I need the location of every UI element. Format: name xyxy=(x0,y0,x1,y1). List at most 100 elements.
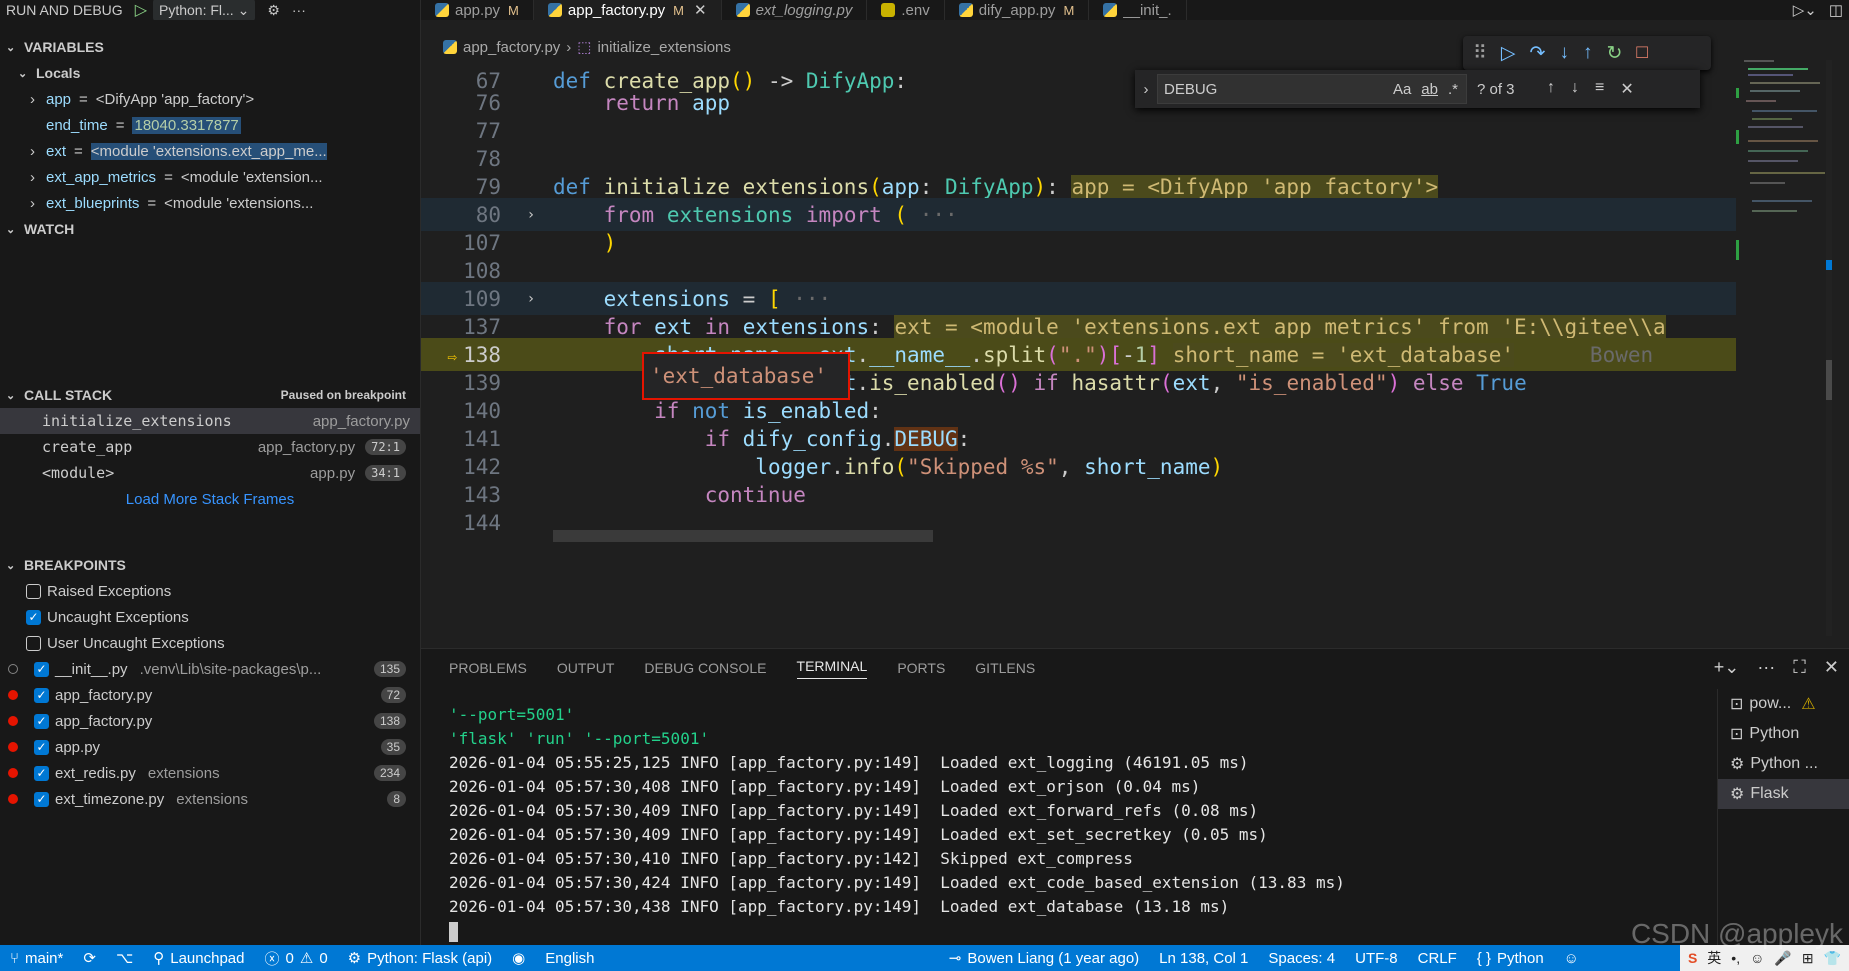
indentation[interactable]: Spaces: 4 xyxy=(1258,950,1345,967)
more-actions-icon[interactable]: ··· xyxy=(1757,657,1775,678)
git-graph-icon[interactable]: ⌥ xyxy=(106,949,143,967)
line-ending[interactable]: CRLF xyxy=(1408,950,1467,967)
match-case-toggle[interactable]: Aa xyxy=(1393,81,1411,98)
breakpoints-header[interactable]: ⌄ BREAKPOINTS xyxy=(0,552,420,578)
close-icon[interactable]: ✕ xyxy=(694,1,707,19)
terminal-instance[interactable]: ⚙ Python ... xyxy=(1718,749,1849,779)
editor-tab[interactable]: __init_. xyxy=(1089,0,1187,20)
restart-icon[interactable]: ↻ xyxy=(1606,42,1622,65)
close-icon[interactable]: ✕ xyxy=(1620,79,1633,99)
run-icon[interactable]: ▷⌄ xyxy=(1793,1,1817,19)
panel-tab[interactable]: GITLENS xyxy=(975,660,1035,676)
breakpoint-item[interactable]: ✓ app_factory.py 72 xyxy=(0,682,420,708)
horizontal-scrollbar[interactable] xyxy=(553,530,933,542)
step-over-icon[interactable]: ↷ xyxy=(1530,42,1546,65)
fold-icon[interactable]: › xyxy=(509,291,553,307)
previous-match-icon[interactable]: ↑ xyxy=(1547,79,1555,99)
editor-tab[interactable]: app.py M xyxy=(421,0,534,20)
sogou-icon[interactable]: S xyxy=(1688,950,1697,966)
maximize-panel-icon[interactable]: ⛶ xyxy=(1793,657,1806,678)
split-editor-icon[interactable]: ◫ xyxy=(1829,1,1843,19)
regex-toggle[interactable]: .* xyxy=(1448,81,1458,98)
step-out-icon[interactable]: ↑ xyxy=(1583,42,1593,64)
breakpoint-checkbox[interactable] xyxy=(26,583,41,599)
ime-language[interactable]: 英 xyxy=(1707,948,1721,968)
code-editor[interactable]: 67 def create_app() -> DifyApp: 76 return… xyxy=(421,64,1736,636)
find-input[interactable]: DEBUG Aa ab .* xyxy=(1157,74,1467,104)
mic-icon[interactable]: 🎤 xyxy=(1774,950,1791,967)
problems-status[interactable]: ⓧ 0 ⚠ 0 xyxy=(255,948,338,969)
continue-icon[interactable]: ▷ xyxy=(1501,42,1516,65)
gear-icon[interactable]: ⚙ xyxy=(267,2,280,19)
grid-icon[interactable]: ⊞ xyxy=(1802,950,1814,967)
breakpoint-checkbox[interactable]: ✓ xyxy=(34,765,49,781)
panel-tab[interactable]: DEBUG CONSOLE xyxy=(644,660,766,676)
launch-config-select[interactable]: Python: Fl... ⌄ xyxy=(153,0,256,20)
minimap[interactable] xyxy=(1736,60,1836,636)
step-into-icon[interactable]: ↓ xyxy=(1559,42,1569,64)
panel-tab[interactable]: PORTS xyxy=(897,660,945,676)
editor-tab[interactable]: ext_logging.py xyxy=(722,0,868,20)
editor-tab[interactable]: dify_app.py M xyxy=(945,0,1090,20)
stop-icon[interactable]: □ xyxy=(1636,42,1647,64)
copilot-icon[interactable]: ☺ xyxy=(1554,950,1589,967)
branch-status[interactable]: ⑂ main* xyxy=(0,950,73,967)
start-debug-icon[interactable]: ▷ xyxy=(135,0,147,20)
language-mode[interactable]: { } Python xyxy=(1467,950,1554,967)
expand-icon[interactable]: › xyxy=(30,91,46,108)
breakpoint-checkbox[interactable]: ✓ xyxy=(34,739,49,755)
panel-tab[interactable]: TERMINAL xyxy=(796,658,868,679)
breakpoint-checkbox[interactable]: ✓ xyxy=(34,791,49,807)
locals-header[interactable]: ⌄ Locals xyxy=(0,60,420,86)
breakpoint-item[interactable]: ✓ app.py 35 xyxy=(0,734,420,760)
broadcast-icon[interactable]: ◉ xyxy=(502,949,535,967)
variable-row[interactable]: end_time = 18040.3317877 xyxy=(0,112,420,138)
debug-status[interactable]: ⚙ Python: Flask (api) xyxy=(338,949,503,968)
breakpoint-checkbox[interactable] xyxy=(26,635,41,651)
breakpoint-item[interactable]: ✓ ext_timezone.py extensions 8 xyxy=(0,786,420,812)
encoding[interactable]: UTF-8 xyxy=(1345,950,1408,967)
load-more-stack-frames-link[interactable]: Load More Stack Frames xyxy=(0,486,420,512)
editor-tab[interactable]: app_factory.py M ✕ xyxy=(533,0,722,20)
watch-header[interactable]: ⌄ WATCH xyxy=(0,216,420,242)
stack-frame[interactable]: <module> app.py 34:1 xyxy=(0,460,420,486)
stack-frame[interactable]: create_app app_factory.py 72:1 xyxy=(0,434,420,460)
blame-status[interactable]: ⊸ Bowen Liang (1 year ago) xyxy=(939,949,1149,968)
toggle-replace-icon[interactable]: › xyxy=(1135,81,1157,98)
editor-tab[interactable]: .env xyxy=(867,0,945,20)
breakpoint-item[interactable]: ✓ app_factory.py 138 xyxy=(0,708,420,734)
terminal-output[interactable]: '--port=5001' 'flask' 'run' '--port=5001'… xyxy=(449,703,1679,943)
drag-handle-icon[interactable]: ⠿ xyxy=(1473,42,1487,65)
breakpoint-checkbox[interactable]: ✓ xyxy=(34,687,49,703)
variable-row[interactable]: › app = <DifyApp 'app_factory'> xyxy=(0,86,420,112)
shirt-icon[interactable]: 👕 xyxy=(1824,950,1841,967)
variable-row[interactable]: › ext_app_metrics = <module 'extension... xyxy=(0,164,420,190)
variable-row[interactable]: › ext = <module 'extensions.ext_app_me... xyxy=(0,138,420,164)
breakpoint-item[interactable]: Raised Exceptions xyxy=(0,578,420,604)
panel-tab[interactable]: OUTPUT xyxy=(557,660,615,676)
next-match-icon[interactable]: ↓ xyxy=(1571,79,1579,99)
breakpoint-checkbox[interactable]: ✓ xyxy=(34,661,49,677)
more-actions-icon[interactable]: ··· xyxy=(292,2,306,18)
punctuation-icon[interactable]: •, xyxy=(1731,950,1740,966)
panel-tab[interactable]: PROBLEMS xyxy=(449,660,527,676)
breadcrumb-file[interactable]: app_factory.py xyxy=(463,39,560,56)
breakpoint-checkbox[interactable]: ✓ xyxy=(26,609,41,625)
breakpoint-item[interactable]: ✓ __init__.py .venv\Lib\site-packages\p...… xyxy=(0,656,420,682)
call-stack-header[interactable]: ⌄ CALL STACK Paused on breakpoint xyxy=(0,382,420,408)
variables-header[interactable]: ⌄ VARIABLES xyxy=(0,34,420,60)
expand-icon[interactable]: › xyxy=(30,143,46,160)
breakpoint-item[interactable]: ✓ ext_redis.py extensions 234 xyxy=(0,760,420,786)
find-in-selection-icon[interactable]: ≡ xyxy=(1595,79,1604,99)
expand-icon[interactable]: › xyxy=(30,169,46,186)
breakpoint-item[interactable]: User Uncaught Exceptions xyxy=(0,630,420,656)
sync-icon[interactable]: ⟳ xyxy=(73,949,106,967)
cursor-position[interactable]: Ln 138, Col 1 xyxy=(1149,950,1258,967)
breakpoint-item[interactable]: ✓ Uncaught Exceptions xyxy=(0,604,420,630)
breadcrumb-symbol[interactable]: initialize_extensions xyxy=(597,39,730,56)
close-icon[interactable]: ✕ xyxy=(1824,657,1839,678)
terminal-instance[interactable]: ⊡ Python xyxy=(1718,719,1849,749)
terminal-instance[interactable]: ⚙ Flask xyxy=(1718,779,1849,809)
emoji-icon[interactable]: ☺ xyxy=(1750,950,1764,966)
stack-frame[interactable]: initialize_extensions app_factory.py xyxy=(0,408,420,434)
